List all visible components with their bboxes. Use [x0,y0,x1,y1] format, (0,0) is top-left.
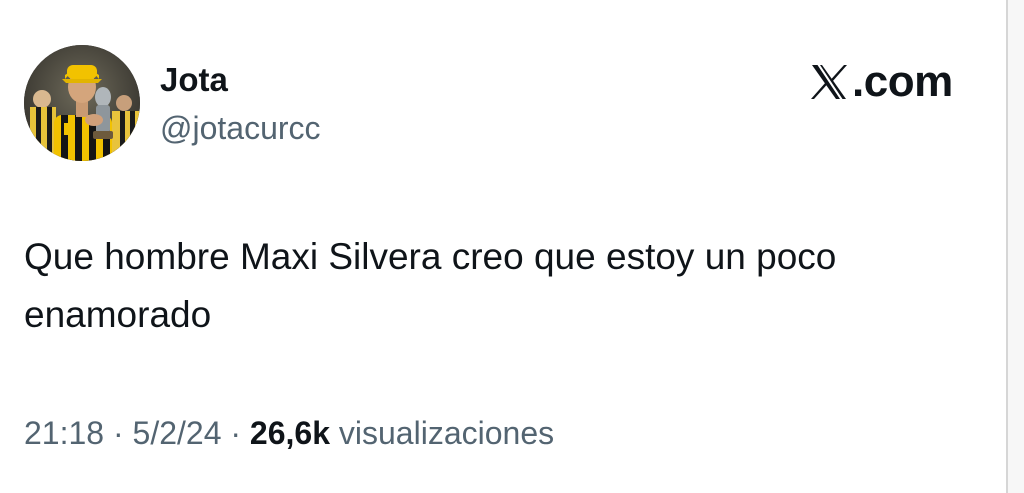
author-name[interactable]: Jota [160,60,228,100]
page-edge-strip [1008,0,1024,493]
views-label: visualizaciones [330,415,555,451]
avatar[interactable] [24,45,140,161]
meta-separator: · [104,415,133,451]
meta-separator: · [221,415,250,451]
x-logo-icon [811,65,847,99]
author-handle[interactable]: @jotacurcc [160,108,321,148]
tweet-time[interactable]: 21:18 [24,415,104,451]
tweet-text: Que hombre Maxi Silvera creo que estoy u… [24,236,837,335]
brand-domain: .com [852,57,953,106]
views-count[interactable]: 26,6k [250,415,330,451]
tweet-card: Jota @jotacurcc .com Que hombre Maxi Sil… [0,0,1006,493]
tweet-date[interactable]: 5/2/24 [133,415,222,451]
brand-logo: .com [810,58,953,106]
avatar-photo [24,45,140,161]
tweet-meta: 21:18 · 5/2/24 · 26,6k visualizaciones [24,411,554,455]
